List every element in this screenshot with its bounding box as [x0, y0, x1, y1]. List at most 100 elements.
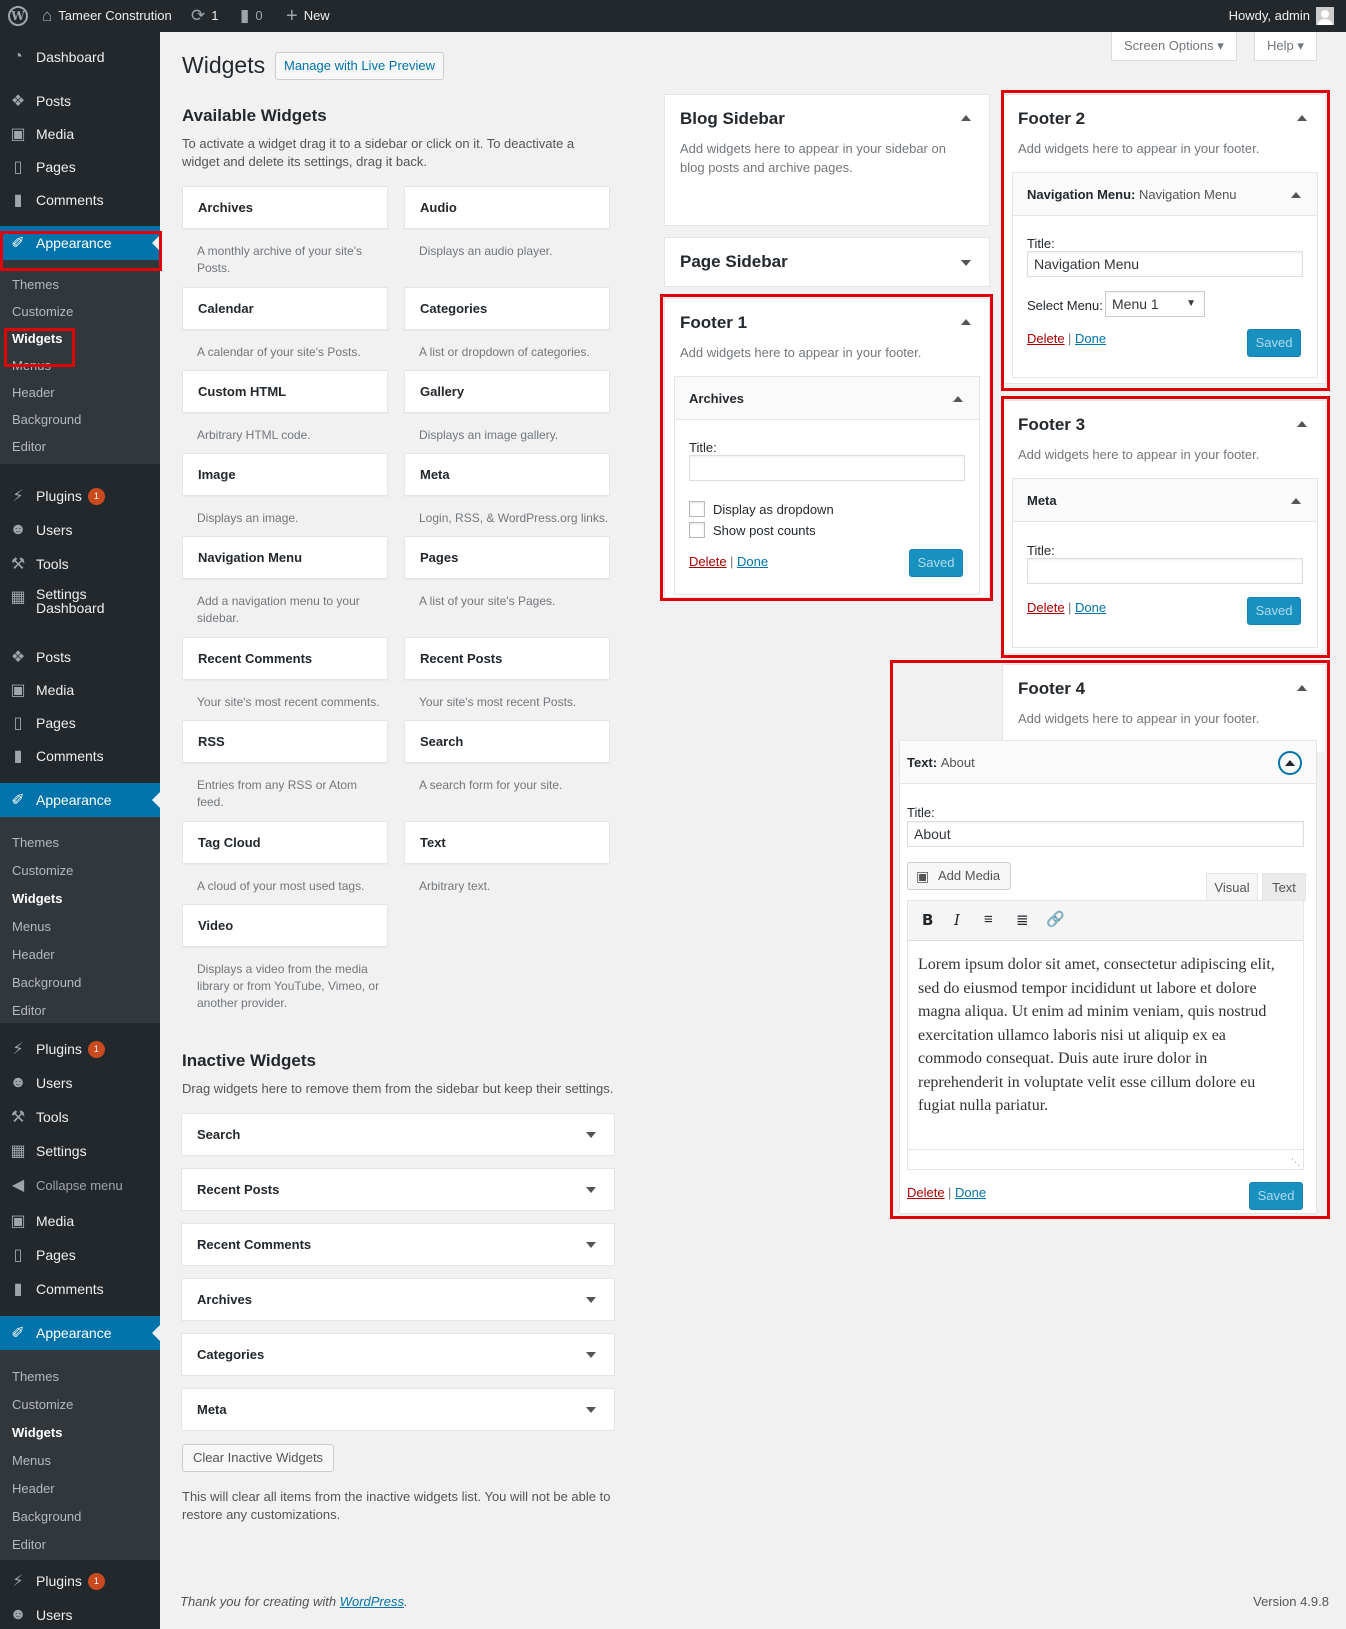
widget-video[interactable]: Video	[182, 904, 388, 947]
widget-tag-cloud-desc: A cloud of your most used tags.	[197, 879, 365, 893]
menu-users-3[interactable]: ☻ Users	[0, 1598, 160, 1629]
inactive-widget-recent-posts[interactable]: Recent Posts	[181, 1168, 615, 1211]
submenu-customize-2[interactable]: Customize	[12, 862, 73, 880]
widget-custom-html[interactable]: Custom HTML	[182, 370, 388, 413]
submenu-editor-3[interactable]: Editor	[12, 1536, 46, 1554]
menu-collapse[interactable]: ◀ Collapse menu	[0, 1168, 160, 1202]
menu-plugins[interactable]: ⚡ Plugins 1	[0, 479, 160, 513]
screen-options-toggle[interactable]: Screen Options ▾	[1111, 32, 1237, 61]
inactive-widget-meta[interactable]: Meta	[181, 1388, 615, 1431]
submenu-themes[interactable]: Themes	[12, 276, 59, 294]
widget-custom-html-desc: Arbitrary HTML code.	[197, 428, 311, 442]
live-preview-button[interactable]: Manage with Live Preview	[275, 52, 445, 80]
version-text: Version 4.9.8	[1253, 1594, 1329, 1609]
site-name-link[interactable]: ⌂ Tameer Constrution	[42, 0, 172, 32]
menu-settings[interactable]: ▦ Settings Dashboard	[0, 581, 160, 621]
updates-link[interactable]: ⟳ 1	[191, 0, 218, 32]
menu-comments-3[interactable]: ▮ Comments	[0, 1272, 160, 1306]
plugins-update-badge: 1	[87, 1040, 105, 1058]
widget-calendar[interactable]: Calendar	[182, 287, 388, 330]
highlight-footer-4	[890, 660, 1330, 1219]
widget-tag-cloud[interactable]: Tag Cloud	[182, 821, 388, 864]
caret-down-icon[interactable]	[586, 1407, 596, 1413]
my-account-link[interactable]: Howdy, admin	[1229, 0, 1334, 32]
pages-icon: ▯	[13, 1247, 23, 1264]
widget-meta[interactable]: Meta	[404, 453, 610, 496]
submenu-themes-2[interactable]: Themes	[12, 834, 59, 852]
submenu-themes-3[interactable]: Themes	[12, 1368, 59, 1386]
help-toggle[interactable]: Help ▾	[1254, 32, 1317, 61]
widget-gallery-desc: Displays an image gallery.	[419, 428, 559, 442]
pin-icon: ❖	[10, 93, 26, 110]
menu-posts-2[interactable]: ❖ Posts	[0, 640, 160, 674]
inactive-widget-archives[interactable]: Archives	[181, 1278, 615, 1321]
submenu-header[interactable]: Header	[12, 384, 55, 402]
widget-categories[interactable]: Categories	[404, 287, 610, 330]
submenu-widgets-3[interactable]: Widgets	[12, 1424, 62, 1442]
menu-users[interactable]: ☻ Users	[0, 513, 160, 547]
media-icon: ▣	[10, 126, 26, 143]
submenu-menus-3[interactable]: Menus	[12, 1452, 51, 1470]
clear-inactive-widgets-button[interactable]: Clear Inactive Widgets	[182, 1444, 335, 1472]
widget-gallery[interactable]: Gallery	[404, 370, 610, 413]
caret-down-icon[interactable]	[586, 1132, 596, 1138]
widget-image[interactable]: Image	[182, 453, 388, 496]
submenu-header-3[interactable]: Header	[12, 1480, 55, 1498]
menu-settings-2[interactable]: ▦ Settings	[0, 1134, 160, 1168]
submenu-background-2[interactable]: Background	[12, 974, 81, 992]
wordpress-link[interactable]: WordPress	[340, 1594, 404, 1609]
submenu-menus-2[interactable]: Menus	[12, 918, 51, 936]
inactive-widget-search[interactable]: Search	[181, 1113, 615, 1156]
page-sidebar-area[interactable]: Page Sidebar	[664, 237, 990, 287]
menu-media[interactable]: ▣ Media	[0, 117, 160, 151]
caret-down-icon[interactable]	[961, 260, 971, 266]
blog-sidebar-area[interactable]: Blog Sidebar Add widgets here to appear …	[664, 94, 990, 226]
caret-up-icon[interactable]	[961, 115, 971, 121]
submenu-customize[interactable]: Customize	[12, 303, 73, 321]
widget-pages[interactable]: Pages	[404, 536, 610, 579]
widget-recent-posts[interactable]: Recent Posts	[404, 637, 610, 680]
menu-users-2[interactable]: ☻ Users	[0, 1066, 160, 1100]
widget-search[interactable]: Search	[404, 720, 610, 763]
submenu-widgets-2[interactable]: Widgets	[12, 890, 62, 908]
inactive-widget-recent-comments[interactable]: Recent Comments	[181, 1223, 615, 1266]
caret-down-icon[interactable]	[586, 1297, 596, 1303]
submenu-background[interactable]: Background	[12, 411, 81, 429]
menu-media-3[interactable]: ▣ Media	[0, 1204, 160, 1238]
widget-rss[interactable]: RSS	[182, 720, 388, 763]
menu-tools[interactable]: ⚒ Tools	[0, 547, 160, 581]
submenu-editor-2[interactable]: Editor	[12, 1002, 46, 1020]
submenu-header-2[interactable]: Header	[12, 946, 55, 964]
menu-media-2[interactable]: ▣ Media	[0, 673, 160, 707]
widget-audio[interactable]: Audio	[404, 186, 610, 229]
menu-pages-3[interactable]: ▯ Pages	[0, 1238, 160, 1272]
menu-posts[interactable]: ❖ Posts	[0, 84, 160, 118]
menu-pages[interactable]: ▯ Pages	[0, 150, 160, 184]
menu-pages-2[interactable]: ▯ Pages	[0, 706, 160, 740]
menu-comments[interactable]: ▮ Comments	[0, 183, 160, 217]
menu-appearance-2[interactable]: ✐ Appearance	[0, 783, 160, 817]
menu-comments-2[interactable]: ▮ Comments	[0, 739, 160, 773]
widget-archives[interactable]: Archives	[182, 186, 388, 229]
caret-down-icon[interactable]	[586, 1352, 596, 1358]
menu-dashboard[interactable]: ◔ Dashboard	[0, 40, 160, 74]
menu-appearance-3[interactable]: ✐ Appearance	[0, 1316, 160, 1350]
submenu-customize-3[interactable]: Customize	[12, 1396, 73, 1414]
caret-down-icon[interactable]	[586, 1242, 596, 1248]
caret-down-icon[interactable]	[586, 1187, 596, 1193]
comments-link[interactable]: ▮ 0	[240, 0, 263, 32]
inactive-widget-categories[interactable]: Categories	[181, 1333, 615, 1376]
widget-navigation-menu[interactable]: Navigation Menu	[182, 536, 388, 579]
menu-plugins-3[interactable]: ⚡ Plugins 1	[0, 1564, 160, 1598]
menu-tools-2[interactable]: ⚒ Tools	[0, 1100, 160, 1134]
widget-text[interactable]: Text	[404, 821, 610, 864]
menu-plugins-2[interactable]: ⚡ Plugins 1	[0, 1032, 160, 1066]
widget-recent-comments[interactable]: Recent Comments	[182, 637, 388, 680]
submenu-background-3[interactable]: Background	[12, 1508, 81, 1526]
submenu-editor[interactable]: Editor	[12, 438, 46, 456]
widget-text-desc: Arbitrary text.	[419, 879, 491, 893]
new-content-link[interactable]: + New	[286, 0, 330, 32]
wordpress-logo-icon[interactable]: W	[8, 0, 28, 32]
widget-audio-desc: Displays an audio player.	[419, 244, 553, 258]
pages-icon: ▯	[13, 715, 23, 732]
